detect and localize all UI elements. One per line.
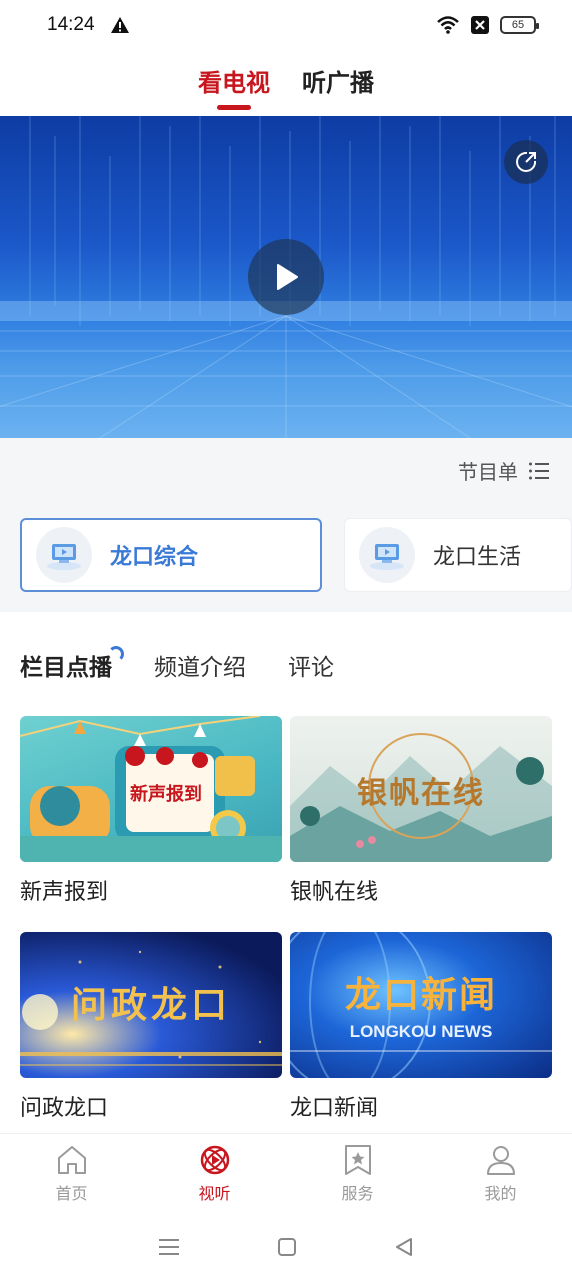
nav-profile[interactable]: 我的: [429, 1134, 572, 1213]
share-icon: [516, 151, 537, 172]
program-title: 龙口新闻: [290, 1096, 379, 1121]
status-time: 14:24: [47, 14, 95, 35]
warning-icon: [111, 17, 129, 33]
battery-level: 65: [511, 19, 525, 31]
loading-icon: [108, 646, 124, 662]
thumb-text: 银帆在线: [357, 776, 485, 811]
sim-blocked-icon: [471, 16, 489, 34]
battery-icon: 65: [500, 16, 539, 34]
program-title: 新声报到: [20, 880, 109, 905]
channel-card-longkou-shenghuo[interactable]: 龙口生活: [344, 518, 572, 592]
thumb-text: 龙口新闻: [344, 974, 497, 1016]
wifi-icon: [437, 16, 459, 34]
nav-service[interactable]: 服务: [286, 1134, 429, 1213]
program-card[interactable]: 银帆在线 银帆在线: [290, 716, 552, 906]
channel-section: 节目单 龙口综合 龙口生活: [0, 438, 572, 612]
bottom-nav: 首页 视听 服务 我的: [0, 1133, 572, 1213]
tab-comments[interactable]: 评论: [288, 648, 334, 682]
tab-listen-radio[interactable]: 听广播: [302, 60, 374, 106]
program-thumbnail: 银帆在线: [290, 716, 552, 862]
profile-icon: [486, 1146, 515, 1175]
program-thumbnail: 龙口新闻 LONGKOU NEWS: [290, 932, 552, 1078]
tv-channel-icon: [36, 527, 92, 583]
home-icon: [57, 1146, 86, 1174]
video-player[interactable]: [0, 116, 572, 438]
thumb-text: 新声报到: [130, 784, 202, 805]
system-nav: [0, 1213, 572, 1280]
service-icon: [344, 1145, 371, 1175]
media-icon: [200, 1145, 229, 1175]
tv-channel-icon: [359, 527, 415, 583]
program-card[interactable]: 龙口新闻 LONGKOU NEWS 龙口新闻: [290, 932, 552, 1122]
play-button[interactable]: [248, 239, 324, 315]
nav-label: 服务: [341, 1184, 374, 1203]
nav-label: 首页: [55, 1184, 88, 1203]
top-tabs: 看电视 听广播: [0, 60, 572, 116]
list-icon: [529, 462, 549, 479]
menu-icon[interactable]: [158, 1237, 180, 1257]
tab-label: 栏目点播: [20, 655, 112, 681]
program-card[interactable]: 新声报到 新声报到: [20, 716, 282, 906]
back-icon[interactable]: [394, 1237, 414, 1257]
tab-watch-tv[interactable]: 看电视: [198, 60, 270, 106]
status-bar: 14:24 65: [0, 0, 572, 52]
nav-label: 视听: [198, 1184, 231, 1203]
thumb-subtext: LONGKOU NEWS: [349, 1022, 493, 1041]
channel-name: 龙口综合: [110, 545, 199, 570]
program-title: 银帆在线: [290, 880, 379, 905]
thumb-text: 问政龙口: [70, 984, 231, 1026]
nav-label: 我的: [484, 1184, 517, 1203]
play-icon: [277, 264, 298, 290]
program-title: 问政龙口: [20, 1096, 109, 1121]
schedule-label: 节目单: [458, 460, 518, 484]
status-icons: 65: [436, 13, 539, 37]
nav-home[interactable]: 首页: [0, 1134, 143, 1213]
channel-name: 龙口生活: [433, 545, 522, 570]
share-button[interactable]: [504, 140, 548, 184]
program-thumbnail: 问政龙口: [20, 932, 282, 1078]
tab-channel-intro[interactable]: 频道介绍: [154, 648, 246, 682]
program-thumbnail: 新声报到: [20, 716, 282, 862]
schedule-link[interactable]: 节目单: [458, 456, 550, 485]
home-square-icon[interactable]: [277, 1237, 297, 1257]
sub-tabs: 栏目点播 频道介绍 评论: [20, 640, 334, 690]
program-card[interactable]: 问政龙口 问政龙口: [20, 932, 282, 1122]
channel-card-longkou-zonghe[interactable]: 龙口综合: [20, 518, 322, 592]
nav-media[interactable]: 视听: [143, 1134, 286, 1213]
tab-program-vod[interactable]: 栏目点播: [20, 646, 124, 682]
